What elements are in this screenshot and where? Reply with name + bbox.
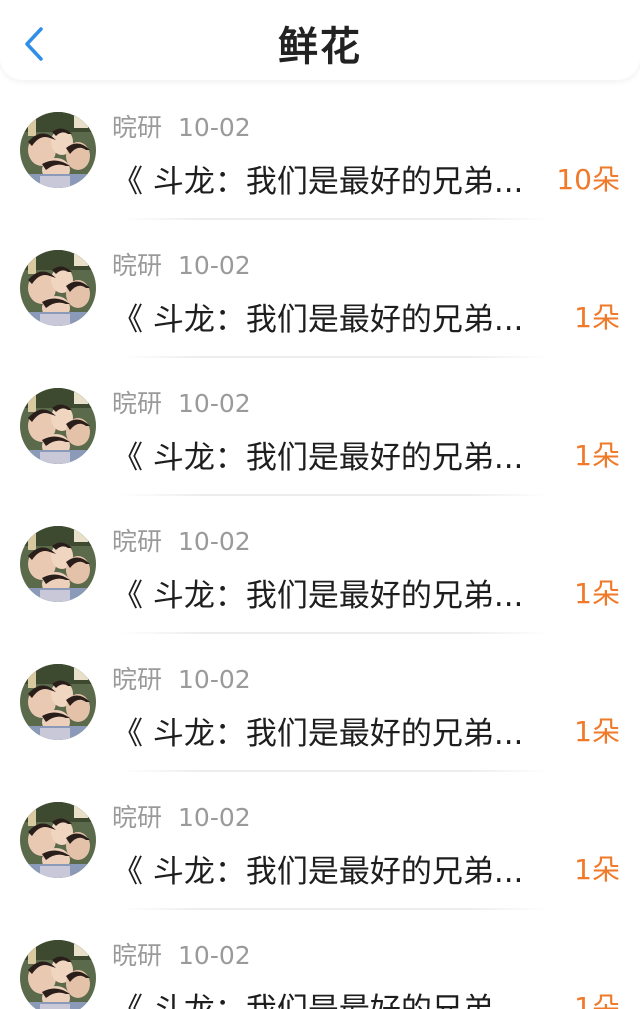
item-date: 10-02	[178, 389, 251, 418]
item-text[interactable]: 《 斗龙：我们是最好的兄弟...	[112, 708, 552, 753]
item-date: 10-02	[178, 527, 251, 556]
flower-list: 晥研 10-02 《 斗龙：我们是最好的兄弟... 10朵 晥研 10-02 《…	[0, 82, 640, 1009]
avatar[interactable]	[20, 526, 96, 602]
list-item[interactable]: 晥研 10-02 《 斗龙：我们是最好的兄弟... 1朵	[0, 634, 640, 772]
list-item[interactable]: 晥研 10-02 《 斗龙：我们是最好的兄弟... 1朵	[0, 358, 640, 496]
item-text[interactable]: 《 斗龙：我们是最好的兄弟...	[112, 570, 552, 615]
item-meta: 晥研 10-02	[112, 660, 251, 696]
user-name[interactable]: 晥研	[112, 113, 162, 142]
item-meta: 晥研 10-02	[112, 384, 251, 420]
page-title: 鲜花	[278, 24, 362, 70]
avatar[interactable]	[20, 802, 96, 878]
avatar[interactable]	[20, 112, 96, 188]
list-item[interactable]: 晥研 10-02 《 斗龙：我们是最好的兄弟... 10朵	[0, 82, 640, 220]
user-name[interactable]: 晥研	[112, 527, 162, 556]
user-name[interactable]: 晥研	[112, 389, 162, 418]
avatar[interactable]	[20, 250, 96, 326]
list-item[interactable]: 晥研 10-02 《 斗龙：我们是最好的兄弟... 1朵	[0, 772, 640, 910]
avatar[interactable]	[20, 664, 96, 740]
item-text[interactable]: 《 斗龙：我们是最好的兄弟...	[112, 294, 552, 339]
flower-count: 1朵	[574, 715, 620, 748]
item-date: 10-02	[178, 113, 251, 142]
item-meta: 晥研 10-02	[112, 798, 251, 834]
item-meta: 晥研 10-02	[112, 936, 251, 972]
avatar[interactable]	[20, 940, 96, 1009]
item-text[interactable]: 《 斗龙：我们是最好的兄弟...	[112, 984, 552, 1009]
flower-count: 1朵	[574, 301, 620, 334]
item-date: 10-02	[178, 251, 251, 280]
user-name[interactable]: 晥研	[112, 803, 162, 832]
user-name[interactable]: 晥研	[112, 665, 162, 694]
item-text[interactable]: 《 斗龙：我们是最好的兄弟...	[112, 846, 552, 891]
flower-count: 10朵	[556, 163, 620, 196]
item-date: 10-02	[178, 803, 251, 832]
header-bar: 鲜花	[0, 0, 640, 80]
flower-count: 1朵	[574, 991, 620, 1009]
item-meta: 晥研 10-02	[112, 108, 251, 144]
user-name[interactable]: 晥研	[112, 251, 162, 280]
user-name[interactable]: 晥研	[112, 941, 162, 970]
avatar[interactable]	[20, 388, 96, 464]
item-text[interactable]: 《 斗龙：我们是最好的兄弟...	[112, 432, 552, 477]
flower-count: 1朵	[574, 439, 620, 472]
page: 鲜花 晥研 10-02 《 斗龙：我们是最好的兄弟... 10朵 晥研 10-0…	[0, 0, 640, 1009]
item-text[interactable]: 《 斗龙：我们是最好的兄弟...	[112, 156, 552, 201]
list-item[interactable]: 晥研 10-02 《 斗龙：我们是最好的兄弟... 1朵	[0, 910, 640, 1009]
item-meta: 晥研 10-02	[112, 246, 251, 282]
flower-count: 1朵	[574, 853, 620, 886]
flower-count: 1朵	[574, 577, 620, 610]
item-meta: 晥研 10-02	[112, 522, 251, 558]
list-item[interactable]: 晥研 10-02 《 斗龙：我们是最好的兄弟... 1朵	[0, 496, 640, 634]
list-item[interactable]: 晥研 10-02 《 斗龙：我们是最好的兄弟... 1朵	[0, 220, 640, 358]
item-date: 10-02	[178, 665, 251, 694]
item-date: 10-02	[178, 941, 251, 970]
